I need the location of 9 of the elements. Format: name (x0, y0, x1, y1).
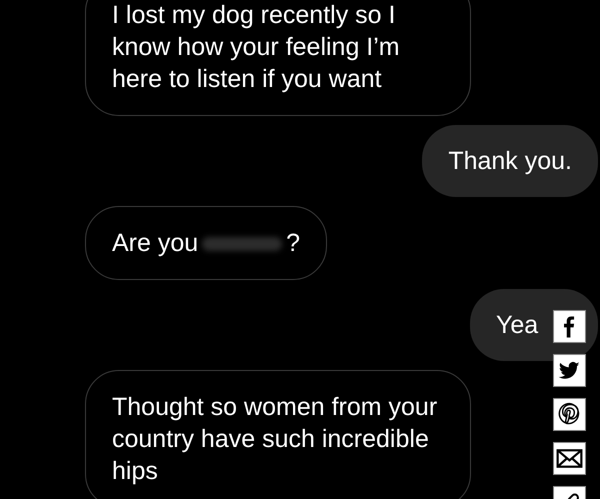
bird-share-icon[interactable] (553, 354, 586, 387)
facebook-share-icon[interactable] (553, 310, 586, 343)
message-text: Are you (112, 229, 198, 257)
received-message: Thought so women from your country have such incredible hips (85, 370, 471, 499)
message-text: ? (286, 229, 300, 257)
sent-message: Thank you. (422, 125, 598, 197)
envelope-icon[interactable] (553, 442, 586, 475)
pinterest-share-icon[interactable] (553, 398, 586, 431)
received-message: I lost my dog recently so I know how your feeling I’m here to listen if you want (85, 0, 471, 116)
